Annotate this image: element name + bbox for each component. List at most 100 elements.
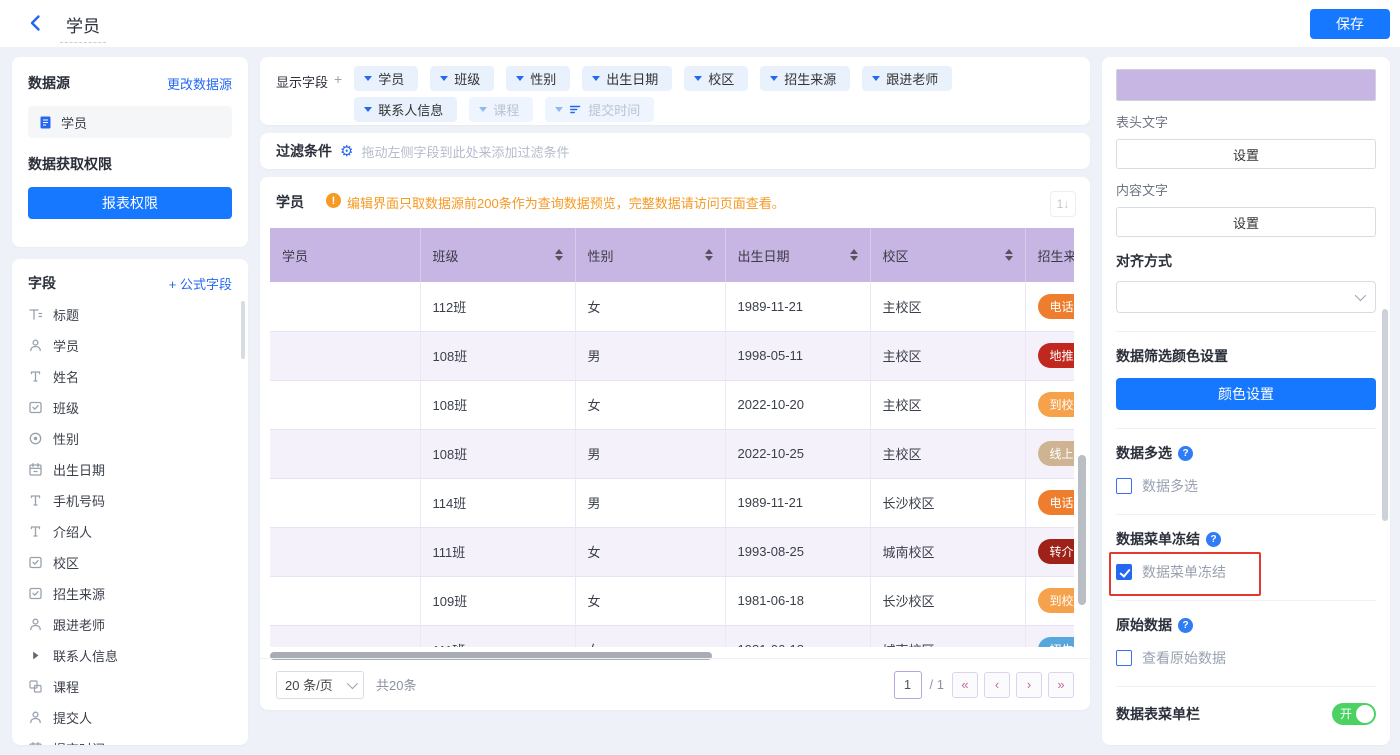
page-title: 学员 (60, 12, 106, 43)
table-cell: 112班 (420, 282, 575, 331)
table-column-header[interactable]: 出生日期 (725, 228, 870, 282)
field-item-label: 班级 (53, 398, 79, 417)
table-vertical-scrollbar[interactable] (1078, 455, 1086, 605)
help-icon[interactable]: ? (1178, 618, 1193, 633)
field-item[interactable]: 标题 (28, 299, 232, 330)
table-cell: 108班 (420, 429, 575, 478)
source-tag: 电话 (1038, 490, 1075, 515)
table-cell: 109班 (420, 576, 575, 625)
field-item[interactable]: 班级 (28, 392, 232, 423)
multi-select-row: 数据多选 (1116, 476, 1376, 496)
field-item[interactable]: 招生来源 (28, 578, 232, 609)
table-row[interactable]: 111班女1981-06-18城南校区招生 (270, 625, 1074, 647)
next-page-button[interactable]: › (1016, 672, 1042, 698)
display-field-tag[interactable]: 校区 (684, 66, 748, 91)
display-field-tag[interactable]: 跟进老师 (862, 66, 952, 91)
table-column-header[interactable]: 校区 (870, 228, 1025, 282)
table-row[interactable]: 109班女1981-06-18长沙校区到校 (270, 576, 1074, 625)
display-field-tag[interactable]: 提交时间 (545, 97, 654, 122)
source-tag: 电话 (1038, 294, 1075, 319)
datasource-title: 数据源 (28, 73, 70, 93)
last-page-button[interactable]: » (1048, 672, 1074, 698)
style-settings-card: 表头文字 设置 内容文字 设置 对齐方式 数据筛选颜色设置 颜色设置 数据多选 … (1102, 57, 1390, 745)
field-item[interactable]: 提交人 (28, 702, 232, 733)
current-page-box[interactable]: 1 (894, 671, 922, 699)
display-field-tag[interactable]: 联系人信息 (354, 97, 457, 122)
first-page-button[interactable]: « (952, 672, 978, 698)
menu-bar-toggle[interactable]: 开 (1332, 703, 1376, 725)
back-icon[interactable] (26, 13, 46, 33)
menu-bar-title: 数据表菜单栏 (1116, 704, 1200, 724)
table-row[interactable]: 111班女1993-08-25城南校区转介 (270, 527, 1074, 576)
table-column-header[interactable]: 班级 (420, 228, 575, 282)
table-cell: 2022-10-25 (725, 429, 870, 478)
table-row[interactable]: 112班女1989-11-21主校区电话 (270, 282, 1074, 331)
field-item[interactable]: 跟进老师 (28, 609, 232, 640)
header-color-swatch[interactable] (1116, 69, 1376, 101)
panel-scrollbar[interactable] (1382, 309, 1388, 521)
table-column-header[interactable]: 性别 (575, 228, 725, 282)
menu-freeze-checkbox[interactable] (1116, 564, 1132, 580)
field-item[interactable]: 出生日期 (28, 454, 232, 485)
display-field-tag-label: 校区 (708, 69, 734, 88)
table-row[interactable]: 114班男1989-11-21长沙校区电话 (270, 478, 1074, 527)
field-item[interactable]: 校区 (28, 547, 232, 578)
page-size-select[interactable]: 20 条/页 (276, 671, 364, 699)
content-text-settings-button[interactable]: 设置 (1116, 207, 1376, 237)
help-icon[interactable]: ? (1178, 446, 1193, 461)
gear-icon[interactable]: ⚙ (340, 144, 353, 159)
field-item[interactable]: 课程 (28, 671, 232, 702)
color-settings-button[interactable]: 颜色设置 (1116, 378, 1376, 410)
preview-table: 学员班级性别出生日期校区招生来源 112班女1989-11-21主校区电话108… (270, 228, 1074, 647)
column-label: 性别 (588, 246, 614, 265)
table-cell: 女 (575, 282, 725, 331)
report-permission-button[interactable]: 报表权限 (28, 187, 232, 219)
field-item[interactable]: 提交时间 (28, 733, 232, 745)
display-field-tag[interactable]: 学员 (354, 66, 418, 91)
prev-page-button[interactable]: ‹ (984, 672, 1010, 698)
field-item[interactable]: 姓名 (28, 361, 232, 392)
display-field-tag-label: 出生日期 (606, 69, 658, 88)
multi-select-checkbox[interactable] (1116, 478, 1132, 494)
table-cell (270, 282, 420, 331)
column-sort-icon[interactable] (850, 249, 858, 261)
raw-data-checkbox[interactable] (1116, 650, 1132, 666)
fields-scrollbar[interactable] (241, 301, 245, 359)
datasource-item[interactable]: 学员 (28, 106, 232, 138)
table-cell: 城南校区 (870, 527, 1025, 576)
table-cell: 2022-10-20 (725, 380, 870, 429)
column-sort-icon[interactable] (555, 249, 563, 261)
display-field-tag[interactable]: 性别 (506, 66, 570, 91)
change-datasource-link[interactable]: 更改数据源 (167, 74, 232, 93)
display-field-tag[interactable]: 出生日期 (582, 66, 672, 91)
formula-field-link[interactable]: + 公式字段 (169, 274, 232, 293)
table-cell: 1981-06-18 (725, 576, 870, 625)
calendar-icon (28, 462, 43, 477)
field-item[interactable]: 性别 (28, 423, 232, 454)
align-select[interactable] (1116, 281, 1376, 313)
table-row[interactable]: 108班女2022-10-20主校区到校 (270, 380, 1074, 429)
add-display-field-button[interactable]: + (334, 71, 342, 87)
save-button[interactable]: 保存 (1310, 9, 1390, 39)
help-icon[interactable]: ? (1206, 532, 1221, 547)
caret-right-icon (28, 648, 43, 663)
table-cell-source: 到校 (1025, 380, 1074, 429)
caret-down-icon (770, 76, 778, 81)
table-cell: 女 (575, 527, 725, 576)
table-cell (270, 429, 420, 478)
field-item[interactable]: 手机号码 (28, 485, 232, 516)
column-sort-icon[interactable] (1005, 249, 1013, 261)
column-sort-icon[interactable] (705, 249, 713, 261)
field-item-label: 提交人 (53, 708, 92, 727)
display-field-tag[interactable]: 课程 (469, 97, 533, 122)
field-item[interactable]: 介绍人 (28, 516, 232, 547)
display-field-tag[interactable]: 招生来源 (760, 66, 850, 91)
field-item[interactable]: 联系人信息 (28, 640, 232, 671)
sort-tool-button[interactable]: 1↓ (1050, 191, 1076, 217)
field-item[interactable]: 学员 (28, 330, 232, 361)
table-row[interactable]: 108班男2022-10-25主校区线上 (270, 429, 1074, 478)
table-row[interactable]: 108班男1998-05-11主校区地推 (270, 331, 1074, 380)
filter-color-title: 数据筛选颜色设置 (1116, 346, 1376, 366)
header-text-settings-button[interactable]: 设置 (1116, 139, 1376, 169)
display-field-tag[interactable]: 班级 (430, 66, 494, 91)
